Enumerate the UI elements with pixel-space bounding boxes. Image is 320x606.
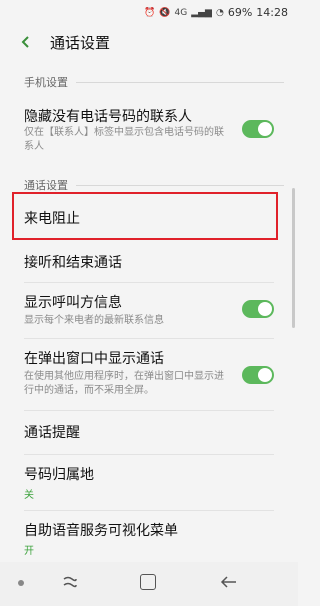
section-header-phone: 手机设置 bbox=[24, 74, 284, 90]
caller-info-label: 显示呼叫方信息 bbox=[24, 295, 122, 311]
battery-percent: 69% bbox=[227, 6, 253, 19]
toggle-knob bbox=[258, 122, 272, 136]
home-icon[interactable] bbox=[140, 574, 156, 590]
alarm-icon: ⏰ bbox=[144, 7, 156, 18]
mute-icon: 🔇 bbox=[159, 7, 171, 18]
hide-contacts-desc: 仅在【联系人】标签中显示包含电话号码的联系人 bbox=[24, 127, 224, 152]
call-alerts-item[interactable]: 通话提醒 bbox=[0, 414, 298, 450]
divider bbox=[24, 454, 274, 455]
divider bbox=[24, 510, 274, 511]
popup-call-desc: 在使用其他应用程序时，在弹出窗口中显示进行中的通话，而不采用全屏。 bbox=[24, 371, 224, 396]
toggle-knob bbox=[258, 368, 272, 382]
voice-menu-label: 自助语音服务可视化菜单 bbox=[24, 523, 178, 539]
app-bar: 通话设置 bbox=[0, 26, 298, 62]
section-header-label: 手机设置 bbox=[24, 76, 68, 89]
recents-icon[interactable] bbox=[62, 574, 78, 590]
section-header-call: 通话设置 bbox=[24, 177, 284, 193]
section-divider bbox=[76, 184, 284, 186]
navigation-bar bbox=[0, 562, 298, 606]
answer-end-label: 接听和结束通话 bbox=[24, 255, 122, 271]
answer-end-item[interactable]: 接听和结束通话 bbox=[0, 244, 298, 280]
number-location-value: 关 bbox=[24, 490, 34, 501]
number-location-label: 号码归属地 bbox=[24, 467, 94, 483]
popup-call-toggle[interactable] bbox=[242, 366, 274, 384]
caller-info-item[interactable]: 显示呼叫方信息 显示每个来电者的最新联系信息 bbox=[0, 286, 298, 334]
toggle-knob bbox=[258, 302, 272, 316]
caller-info-toggle[interactable] bbox=[242, 300, 274, 318]
highlight-box bbox=[12, 192, 278, 240]
time: 14:28 bbox=[256, 6, 288, 19]
popup-call-item[interactable]: 在弹出窗口中显示通话 在使用其他应用程序时，在弹出窗口中显示进行中的通话，而不采… bbox=[0, 342, 298, 406]
divider bbox=[24, 410, 274, 411]
number-location-item[interactable]: 号码归属地 关 bbox=[0, 458, 298, 506]
divider bbox=[24, 282, 274, 283]
popup-call-label: 在弹出窗口中显示通话 bbox=[24, 351, 164, 367]
chevron-left-icon bbox=[21, 36, 29, 48]
section-header-label: 通话设置 bbox=[24, 179, 68, 192]
page-title: 通话设置 bbox=[50, 34, 111, 52]
screen: ⏰ 🔇 4G ▂▄▆ ◔ 69% 14:28 通话设置 手机设置 隐藏没有电话号… bbox=[0, 0, 298, 606]
hide-contacts-label: 隐藏没有电话号码的联系人 bbox=[24, 109, 192, 125]
divider bbox=[24, 338, 274, 339]
status-bar: ⏰ 🔇 4G ▂▄▆ ◔ 69% 14:28 bbox=[0, 0, 298, 26]
hide-contacts-toggle[interactable] bbox=[242, 120, 274, 138]
voice-menu-value: 开 bbox=[24, 546, 34, 557]
voice-menu-item[interactable]: 自助语音服务可视化菜单 开 bbox=[0, 514, 298, 560]
nav-dot-icon[interactable] bbox=[18, 580, 24, 586]
hide-contacts-item[interactable]: 隐藏没有电话号码的联系人 仅在【联系人】标签中显示包含电话号码的联系人 bbox=[0, 100, 298, 162]
section-divider bbox=[76, 81, 284, 83]
scrollbar[interactable] bbox=[292, 188, 295, 328]
4g-icon: 4G bbox=[174, 7, 188, 18]
wifi-icon: ◔ bbox=[215, 7, 224, 18]
back-arrow-icon[interactable] bbox=[220, 574, 238, 590]
signal-icon: ▂▄▆ bbox=[191, 7, 212, 18]
status-icons: ⏰ 🔇 4G ▂▄▆ ◔ 69% 14:28 bbox=[144, 6, 288, 19]
call-alerts-label: 通话提醒 bbox=[24, 425, 80, 441]
back-button[interactable] bbox=[16, 32, 36, 52]
caller-info-desc: 显示每个来电者的最新联系信息 bbox=[24, 315, 164, 326]
